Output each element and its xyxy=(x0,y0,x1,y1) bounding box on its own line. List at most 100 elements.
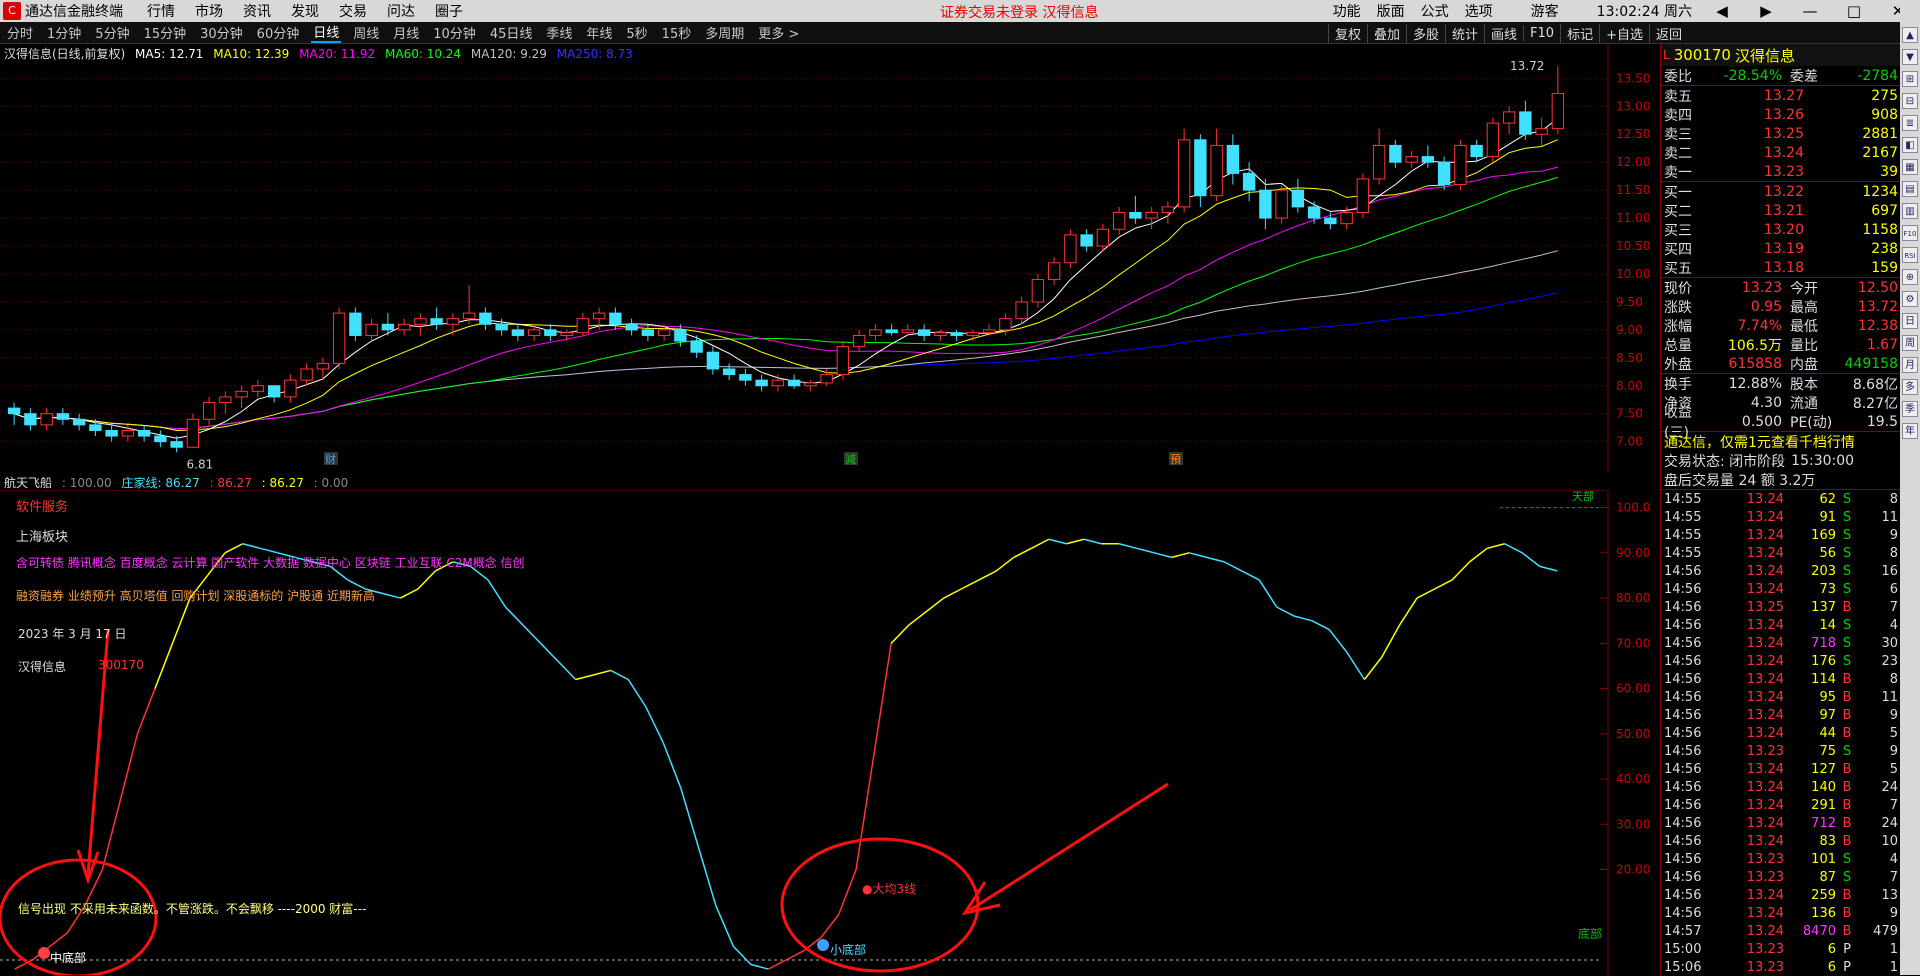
back-icon[interactable]: ◀ xyxy=(1708,2,1736,20)
menu-hangqing[interactable]: 行情 xyxy=(147,1,175,21)
stock-header[interactable]: L 300170 汉得信息 xyxy=(1661,44,1901,66)
buys-level-row[interactable]: 买五 13.18 159 xyxy=(1661,258,1901,277)
menu-xuanxiang[interactable]: 选项 xyxy=(1465,1,1493,21)
stats-c: 量比 xyxy=(1790,337,1818,354)
candle-body xyxy=(934,332,947,336)
buys-level-row[interactable]: 买三 13.20 1158 xyxy=(1661,220,1901,239)
side-tool-icon-13[interactable]: 日 xyxy=(1902,313,1918,329)
period-tab-13[interactable]: 5秒 xyxy=(624,23,649,42)
side-tool-icon-1[interactable]: ▼ xyxy=(1902,49,1918,65)
period-tab-16[interactable]: 更多 > xyxy=(756,23,801,42)
side-tool-icon-10[interactable]: RSI xyxy=(1902,247,1918,263)
zhuangjia-segment xyxy=(1469,547,1488,563)
ad-banner[interactable]: 通达信，仅需1元查看千档行情 xyxy=(1661,432,1901,451)
period-tab-6[interactable]: 日线 xyxy=(311,22,342,43)
menu-zixun[interactable]: 资讯 xyxy=(243,1,271,21)
minimize-icon[interactable]: — xyxy=(1796,2,1824,20)
side-tool-icon-17[interactable]: 季 xyxy=(1902,401,1918,417)
side-tool-icon-18[interactable]: 年 xyxy=(1902,423,1918,439)
ma20-line xyxy=(13,166,1559,430)
buys-level-row[interactable]: 买一 13.22 1234 xyxy=(1661,182,1901,201)
tick-cell: 5 xyxy=(1889,725,1898,741)
zhuangjia-segment xyxy=(1031,538,1050,549)
period-tab-4[interactable]: 30分钟 xyxy=(198,23,245,42)
sells-level-row[interactable]: 卖四 13.26 908 xyxy=(1661,105,1901,124)
tool-button-5[interactable]: F10 xyxy=(1523,25,1560,41)
tick-cell: 13.24 xyxy=(1746,671,1784,687)
tool-button-4[interactable]: 画线 xyxy=(1484,23,1523,43)
side-tool-icon-15[interactable]: 月 xyxy=(1902,357,1918,373)
period-tab-1[interactable]: 1分钟 xyxy=(45,23,83,42)
side-tool-icon-8[interactable]: ▥ xyxy=(1902,203,1918,219)
side-tool-icon-12[interactable]: ⚙ xyxy=(1902,291,1918,307)
mid-bottom-dot-icon xyxy=(38,947,50,959)
side-tool-icon-5[interactable]: ◧ xyxy=(1902,137,1918,153)
candle-body xyxy=(706,351,720,370)
period-tab-0[interactable]: 分时 xyxy=(5,23,35,42)
menu-jiaoyi[interactable]: 交易 xyxy=(339,1,367,21)
menu-faxian[interactable]: 发现 xyxy=(291,1,319,21)
fundamental-stats: 换手 12.88% 股本 8.68亿 净资 4.30 流通 8.27亿 收益(三) 0.500 PE… xyxy=(1661,374,1901,441)
side-tool-icon-3[interactable]: ⊟ xyxy=(1902,93,1918,109)
indicator-title[interactable]: 航天飞船 xyxy=(4,476,52,490)
tool-button-3[interactable]: 统计 xyxy=(1445,23,1484,43)
tool-button-2[interactable]: 多股 xyxy=(1405,23,1445,43)
signal-note: 信号出现 不采用未来函数。不管涨跌。不会飘移 ----2000 财富--- xyxy=(18,902,367,916)
tick-cell: S xyxy=(1842,581,1852,597)
menu-banmian[interactable]: 版面 xyxy=(1377,1,1405,21)
period-tab-9[interactable]: 10分钟 xyxy=(431,23,478,42)
period-tab-12[interactable]: 年线 xyxy=(584,23,614,42)
sells-level-row[interactable]: 卖二 13.24 2167 xyxy=(1661,143,1901,162)
tick-cell: 15:00 xyxy=(1664,941,1702,957)
candlestick-chart[interactable]: 13.50 13.00 12.50 12.00 11.50 11.00 10.50 10.00… xyxy=(0,44,1660,472)
candle-body xyxy=(527,329,541,336)
side-tool-icon-14[interactable]: 周 xyxy=(1902,335,1918,351)
period-tab-11[interactable]: 季线 xyxy=(544,23,574,42)
menu-wenda[interactable]: 问达 xyxy=(387,1,415,21)
tick-row: 14:56 13.24 259 B 13 xyxy=(1661,886,1901,904)
buys-level-row[interactable]: 买四 13.19 238 xyxy=(1661,239,1901,258)
candle-body xyxy=(1519,111,1532,135)
tool-button-7[interactable]: +自选 xyxy=(1599,23,1649,43)
side-tool-icon-4[interactable]: ≣ xyxy=(1902,115,1918,131)
buys-level-row[interactable]: 买二 13.21 697 xyxy=(1661,201,1901,220)
tick-cell: 23 xyxy=(1881,653,1898,669)
menu-shichang[interactable]: 市场 xyxy=(195,1,223,21)
period-tab-10[interactable]: 45日线 xyxy=(488,23,535,42)
sells-level-row[interactable]: 卖一 13.23 39 xyxy=(1661,162,1901,181)
period-tab-8[interactable]: 月线 xyxy=(391,23,421,42)
side-tool-icon-7[interactable]: ▤ xyxy=(1902,181,1918,197)
tick-cell: S xyxy=(1842,653,1852,669)
period-tab-3[interactable]: 15分钟 xyxy=(142,23,189,42)
tool-button-6[interactable]: 标记 xyxy=(1560,23,1599,43)
candle-body xyxy=(446,318,460,325)
login-status[interactable]: 证券交易未登录 汉得信息 xyxy=(940,2,1098,22)
tick-list[interactable]: 14:55 13.24 62 S 8 14:55 13.24 91 S 11 14:55 13.24 1… xyxy=(1661,490,1901,976)
tool-button-1[interactable]: 叠加 xyxy=(1366,23,1406,43)
forward-icon[interactable]: ▶ xyxy=(1752,2,1780,20)
period-tab-15[interactable]: 多周期 xyxy=(703,23,746,42)
side-tool-icon-6[interactable]: ▦ xyxy=(1902,159,1918,175)
candle-body xyxy=(202,402,216,420)
side-tool-icon-2[interactable]: ⊞ xyxy=(1902,71,1918,87)
period-tab-7[interactable]: 周线 xyxy=(351,23,381,42)
side-tool-icon-0[interactable]: ▲ xyxy=(1902,27,1918,43)
side-tool-icon-9[interactable]: F10 xyxy=(1902,225,1918,241)
side-tool-icon-11[interactable]: ⊕ xyxy=(1902,269,1918,285)
tool-button-8[interactable]: 返回 xyxy=(1648,23,1688,43)
menu-gongshi[interactable]: 公式 xyxy=(1421,1,1449,21)
period-tab-5[interactable]: 60分钟 xyxy=(255,23,302,42)
quote-stats: 现价 13.23 今开 12.50 涨跌 0.95 最高 13.72 涨幅 7.74% 最低 12.3… xyxy=(1661,278,1901,373)
sells-level-row[interactable]: 卖三 13.25 2881 xyxy=(1661,124,1901,143)
maximize-icon[interactable]: □ xyxy=(1840,2,1868,20)
period-tab-14[interactable]: 15秒 xyxy=(660,23,694,42)
menu-quanzi[interactable]: 圈子 xyxy=(435,1,463,21)
user-label[interactable]: 游客 xyxy=(1531,1,1559,21)
period-tab-2[interactable]: 5分钟 xyxy=(93,23,131,42)
indicator-tick-label: 80.00 xyxy=(1616,591,1650,605)
tool-button-0[interactable]: 复权 xyxy=(1327,23,1367,43)
stats-d: 12.50 xyxy=(1857,279,1898,296)
side-tool-icon-16[interactable]: 多 xyxy=(1902,379,1918,395)
menu-gongneng[interactable]: 功能 xyxy=(1333,1,1361,21)
sells-level-row[interactable]: 卖五 13.27 275 xyxy=(1661,86,1901,105)
